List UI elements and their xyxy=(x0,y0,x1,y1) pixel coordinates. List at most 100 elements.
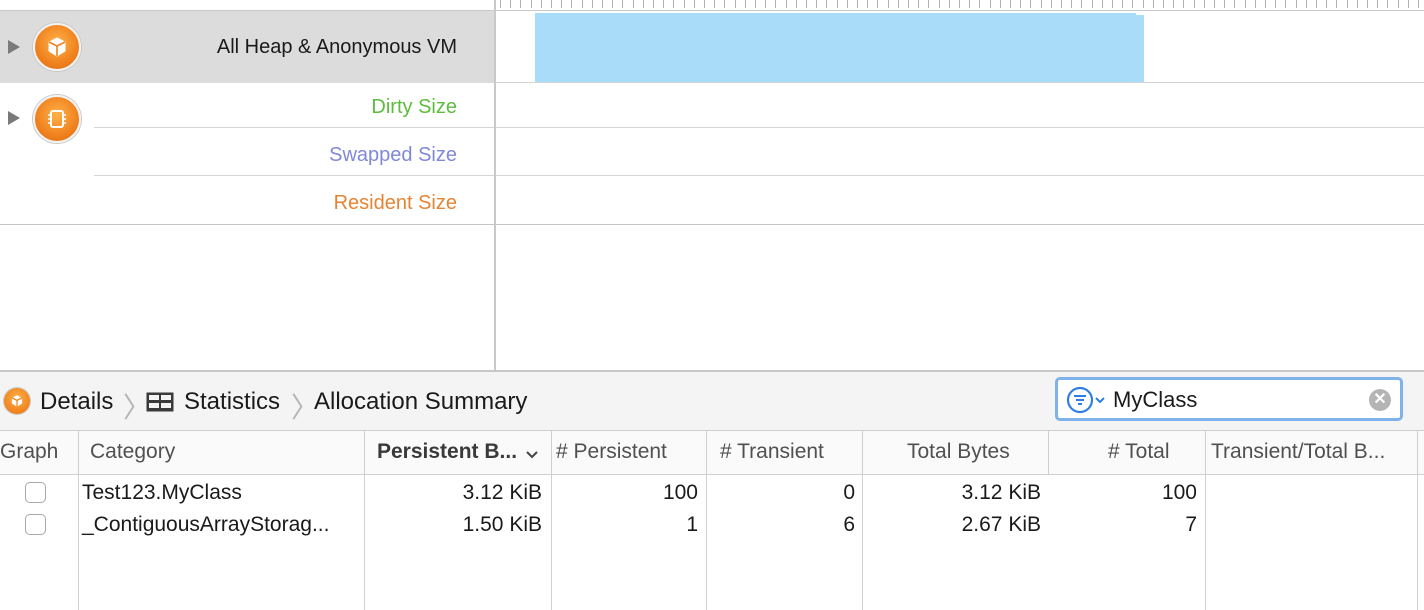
ruler-tick xyxy=(1173,0,1174,8)
ruler-tick xyxy=(775,0,776,8)
ruler-tick xyxy=(1418,0,1419,8)
ruler-tick xyxy=(908,0,909,8)
disclosure-triangle-icon[interactable] xyxy=(8,111,20,125)
ruler-tick xyxy=(979,0,980,8)
ruler-tick xyxy=(918,0,919,8)
ruler-tick xyxy=(1194,0,1195,8)
ruler-tick xyxy=(541,0,542,8)
ruler-tick xyxy=(653,0,654,8)
series-label-swapped-size: Swapped Size xyxy=(329,144,457,166)
ruler-tick xyxy=(1153,0,1154,8)
column-header-category[interactable]: Category xyxy=(90,440,175,464)
ruler-tick xyxy=(592,0,593,8)
ruler-tick xyxy=(500,0,501,8)
column-divider[interactable] xyxy=(1048,431,1049,475)
category-cell: Test123.MyClass xyxy=(82,481,242,504)
ruler-tick xyxy=(1387,0,1388,8)
track-row-all-heap[interactable]: All Heap & Anonymous VM xyxy=(0,11,494,83)
ruler-tick xyxy=(816,0,817,8)
sort-descending-icon[interactable] xyxy=(525,447,539,465)
track-row-vm-tracker[interactable]: Dirty Size Swapped Size Resident Size xyxy=(0,83,494,224)
total-count-cell: 7 xyxy=(1185,513,1197,536)
ruler-tick xyxy=(877,0,878,8)
ruler-tick xyxy=(714,0,715,8)
ruler-tick xyxy=(1143,0,1144,8)
ruler-tick xyxy=(694,0,695,8)
ruler-tick xyxy=(837,0,838,8)
column-header-total-bytes[interactable]: Total Bytes xyxy=(907,440,1010,464)
ruler-tick xyxy=(673,0,674,8)
ruler-tick xyxy=(1183,0,1184,8)
ruler-tick xyxy=(561,0,562,8)
column-header-graph[interactable]: Graph xyxy=(0,440,58,464)
clear-icon[interactable]: ✕ xyxy=(1369,389,1391,411)
transient-count-cell: 0 xyxy=(843,481,855,504)
ruler-tick xyxy=(571,0,572,8)
ruler-tick xyxy=(1204,0,1205,8)
ruler-tick xyxy=(1041,0,1042,8)
ruler-tick xyxy=(1367,0,1368,8)
total-bytes-cell: 2.67 KiB xyxy=(961,513,1041,536)
ruler-tick xyxy=(643,0,644,8)
column-header-transient-total-bytes[interactable]: Transient/Total B... xyxy=(1211,440,1385,464)
ruler-tick xyxy=(1336,0,1337,8)
series-label-dirty-size: Dirty Size xyxy=(371,96,457,118)
table-row[interactable]: _ContiguousArrayStorag... 1.50 KiB 1 6 2… xyxy=(0,510,1424,542)
column-header-total-count[interactable]: # Total xyxy=(1108,440,1170,464)
column-header-persistent-count[interactable]: # Persistent xyxy=(556,440,667,464)
ruler-tick xyxy=(1265,0,1266,8)
graph-checkbox[interactable] xyxy=(25,482,46,503)
allocations-icon xyxy=(4,388,30,414)
ruler-tick xyxy=(1377,0,1378,8)
breadcrumb-statistics[interactable]: Statistics xyxy=(184,388,280,416)
ruler-tick xyxy=(724,0,725,8)
ruler-tick xyxy=(867,0,868,8)
ruler-tick xyxy=(1214,0,1215,8)
filter-input[interactable] xyxy=(1113,386,1353,414)
table-row[interactable]: Test123.MyClass 3.12 KiB 100 0 3.12 KiB … xyxy=(0,478,1424,510)
pane-splitter[interactable] xyxy=(494,0,496,370)
column-header-transient-count[interactable]: # Transient xyxy=(720,440,824,464)
ruler-tick xyxy=(826,0,827,8)
ruler-tick xyxy=(1020,0,1021,8)
ruler-tick xyxy=(1071,0,1072,8)
ruler-tick xyxy=(1112,0,1113,8)
graph-notch xyxy=(1136,11,1144,15)
ruler-tick xyxy=(1061,0,1062,8)
ruler-tick xyxy=(633,0,634,8)
ruler-tick xyxy=(959,0,960,8)
total-bytes-cell: 3.12 KiB xyxy=(961,481,1041,504)
ruler-tick xyxy=(1081,0,1082,8)
graph-checkbox[interactable] xyxy=(25,514,46,535)
ruler-tick xyxy=(622,0,623,8)
breadcrumb-details[interactable]: Details xyxy=(40,388,113,416)
ruler-tick xyxy=(602,0,603,8)
ruler-tick xyxy=(745,0,746,8)
ruler-tick xyxy=(1408,0,1409,8)
ruler-tick xyxy=(1122,0,1123,8)
filter-icon[interactable] xyxy=(1066,386,1108,419)
ruler-tick xyxy=(1224,0,1225,8)
ruler-tick xyxy=(1347,0,1348,8)
ruler-tick xyxy=(663,0,664,8)
ruler-tick xyxy=(1132,0,1133,8)
filter-search-field[interactable]: ✕ xyxy=(1055,377,1403,421)
ruler-tick xyxy=(1234,0,1235,8)
ruler-tick xyxy=(1102,0,1103,8)
heap-allocation-graph[interactable] xyxy=(535,13,1144,82)
series-separator xyxy=(94,175,1424,176)
ruler-tick xyxy=(1000,0,1001,8)
persistent-count-cell: 1 xyxy=(686,513,698,536)
ruler-tick xyxy=(1092,0,1093,8)
transient-count-cell: 6 xyxy=(843,513,855,536)
vm-tracker-icon xyxy=(33,95,81,143)
disclosure-triangle-icon[interactable] xyxy=(8,40,20,54)
track-separator xyxy=(0,224,1424,225)
time-ruler[interactable] xyxy=(496,0,1424,10)
persistent-bytes-cell: 1.50 KiB xyxy=(462,513,542,536)
table-icon xyxy=(146,392,174,417)
breadcrumb-allocation-summary[interactable]: Allocation Summary xyxy=(314,388,527,416)
ruler-tick xyxy=(1306,0,1307,8)
column-header-persistent-bytes[interactable]: Persistent B... xyxy=(377,440,517,464)
ruler-tick xyxy=(1163,0,1164,8)
